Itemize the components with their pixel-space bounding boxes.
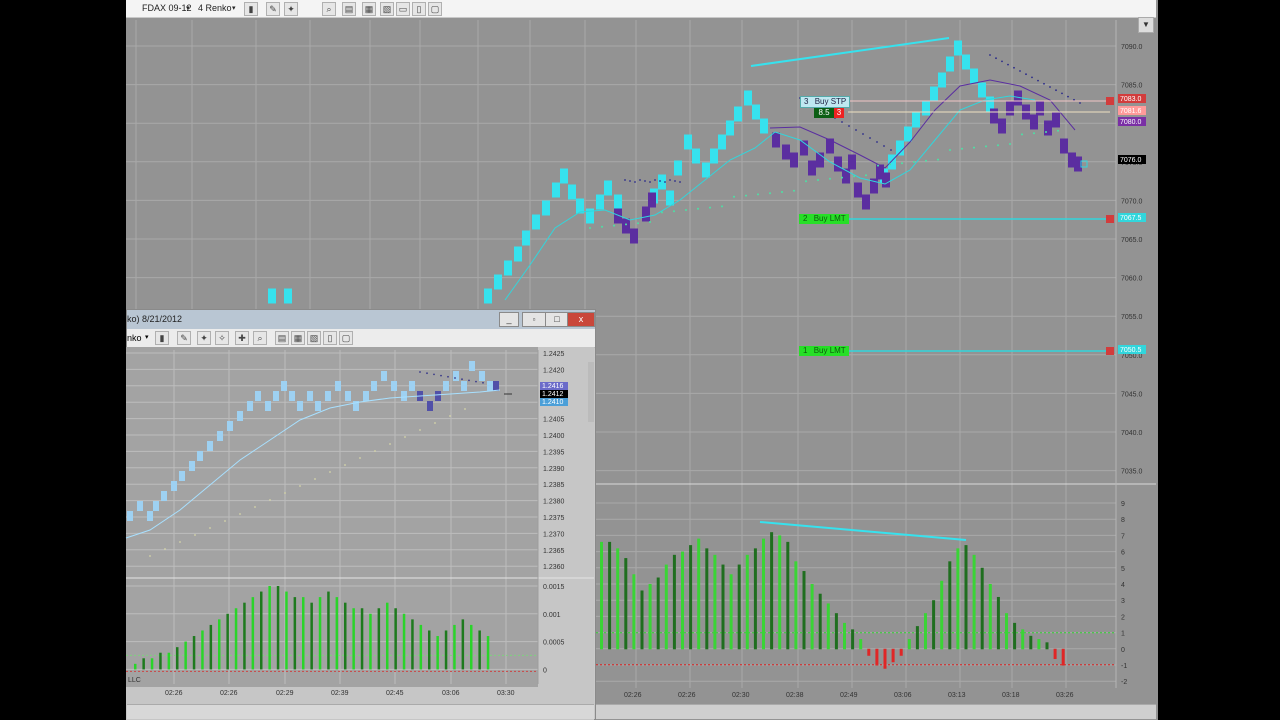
draw-tools-icon[interactable]: ✧ <box>215 331 229 345</box>
bar-type-icon[interactable]: ▮ <box>244 2 258 16</box>
order-label: Buy LMT <box>813 214 846 223</box>
buy-limit-order-1[interactable]: 1 Buy LMT <box>799 346 849 356</box>
minimize-button[interactable]: _ <box>499 312 519 327</box>
template-icon[interactable]: ▢ <box>339 331 353 345</box>
draw-pencil-icon[interactable]: ✎ <box>266 2 280 16</box>
maximize-button[interactable]: □ <box>545 312 569 327</box>
period-selector[interactable]: nko <box>127 333 142 343</box>
data-box-icon[interactable]: ▯ <box>323 331 337 345</box>
template-icon[interactable]: ▢ <box>428 2 442 16</box>
bar-type-icon[interactable]: ▮ <box>155 331 169 345</box>
strategies-icon[interactable]: ▧ <box>307 331 321 345</box>
order-qty: 3 <box>804 97 809 106</box>
secondary-chart-window[interactable]: ko) 8/21/2012 _ ▫ □ x nko ▾ ▮ ✎ ✦ ✧ ✚ ⌕ … <box>126 309 596 720</box>
strategies-icon[interactable]: ▧ <box>380 2 394 16</box>
vertical-scrollbar[interactable] <box>588 362 594 422</box>
draw-tools-icon[interactable]: ✦ <box>197 331 211 345</box>
properties-icon[interactable]: ▤ <box>275 331 289 345</box>
restore-icon[interactable]: ▫ <box>522 312 546 327</box>
chevron-down-icon[interactable]: ▾ <box>232 4 236 12</box>
position-marker[interactable]: 8.5 3 <box>814 108 850 118</box>
chevron-down-icon[interactable]: ▾ <box>145 333 149 341</box>
order-qty: 2 <box>803 214 808 223</box>
crosshair-icon[interactable]: ✚ <box>235 331 249 345</box>
position-qty: 3 <box>834 108 844 118</box>
chart-toolbar: FDAX 09-12 ▾ 4 Renko ▾ ▮ ✎ ✦ ⌕ ▤ ▦ ▧ ▭ ▯… <box>126 0 1156 18</box>
secondary-toolbar: nko ▾ ▮ ✎ ✦ ✧ ✚ ⌕ ▤ ▦ ▧ ▯ ▢ <box>127 329 595 348</box>
chart-trader-icon[interactable]: ▭ <box>396 2 410 16</box>
order-label: Buy LMT <box>813 346 846 355</box>
draw-pencil-icon[interactable]: ✎ <box>177 331 191 345</box>
data-box-icon[interactable]: ▯ <box>412 2 426 16</box>
window-titlebar[interactable]: ko) 8/21/2012 _ ▫ □ x <box>127 310 595 329</box>
indicators-icon[interactable]: ▦ <box>291 331 305 345</box>
order-label: Buy STP <box>814 97 847 106</box>
zoom-icon[interactable]: ⌕ <box>322 2 336 16</box>
period-selector[interactable]: 4 Renko <box>198 3 232 13</box>
panel-expand-button[interactable]: ▼ <box>1138 17 1154 33</box>
draw-tools-icon[interactable]: ✦ <box>284 2 298 16</box>
properties-icon[interactable]: ▤ <box>342 2 356 16</box>
instrument-selector[interactable]: FDAX 09-12 <box>142 3 192 13</box>
close-button[interactable]: x <box>567 312 595 327</box>
indicators-icon[interactable]: ▦ <box>362 2 376 16</box>
buy-stop-order[interactable]: 3 Buy STP <box>800 96 850 108</box>
window-title: ko) 8/21/2012 <box>127 314 183 324</box>
main-scrollbar[interactable] <box>596 704 1156 719</box>
buy-limit-order-2[interactable]: 2 Buy LMT <box>799 214 849 224</box>
position-value: 8.5 <box>814 108 834 118</box>
order-qty: 1 <box>803 346 808 355</box>
zoom-icon[interactable]: ⌕ <box>253 331 267 345</box>
secondary-scrollbar[interactable] <box>127 704 594 719</box>
chevron-down-icon[interactable]: ▾ <box>186 4 190 12</box>
